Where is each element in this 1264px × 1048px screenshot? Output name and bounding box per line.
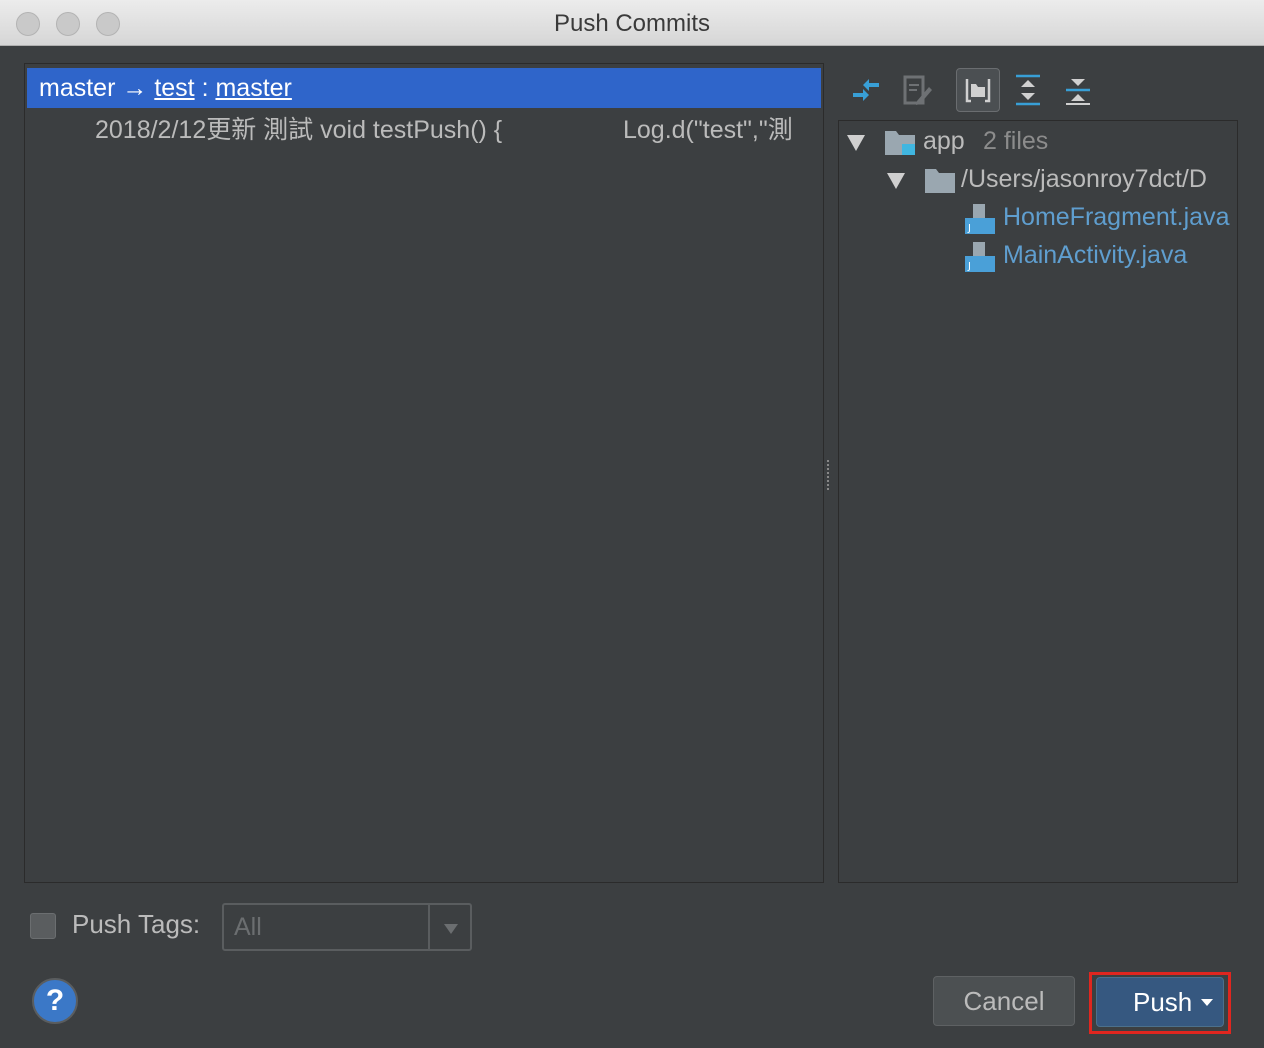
window-title: Push Commits	[553, 10, 711, 37]
push-tags-dropdown[interactable]: All	[222, 903, 472, 951]
chevron-down-icon[interactable]	[444, 924, 458, 934]
edit-source-icon[interactable]	[894, 68, 938, 112]
svg-text:J: J	[967, 223, 971, 234]
group-by-directory-icon[interactable]	[956, 68, 1000, 112]
module-folder-icon	[885, 131, 915, 155]
file-label: MainActivity.java	[1003, 241, 1188, 269]
panel-splitter[interactable]	[827, 460, 831, 490]
title-bar: Push Commits	[0, 0, 1264, 46]
push-tags-checkbox[interactable]	[30, 913, 56, 939]
expand-collapse-icon[interactable]	[844, 68, 888, 112]
java-file-icon: J	[965, 204, 995, 234]
tree-root-count: 2 files	[983, 127, 1049, 155]
branch-row[interactable]: master → test : master	[27, 68, 821, 108]
changed-files-tree: app 2 files /Users/jasonroy7dct/D J Home…	[838, 120, 1238, 883]
tree-file-row[interactable]: J MainActivity.java	[839, 237, 1235, 273]
push-button[interactable]: Push	[1096, 977, 1224, 1027]
branch-separator: :	[201, 74, 209, 102]
local-branch: master	[39, 74, 116, 102]
collapse-all-icon[interactable]	[1056, 68, 1100, 112]
push-button-label: Push	[1133, 987, 1193, 1017]
push-tags-label: Push Tags:	[72, 909, 201, 939]
remote-link[interactable]: test	[154, 74, 194, 102]
tree-root-label: app	[923, 127, 965, 155]
help-button[interactable]: ?	[32, 978, 78, 1024]
svg-text:J: J	[967, 261, 971, 272]
tree-expand-arrow-icon[interactable]	[847, 135, 865, 151]
commit-message: 2018/2/12更新 測試 void testPush() {	[95, 116, 503, 144]
expand-all-icon[interactable]	[1006, 68, 1050, 112]
commit-list-panel: master → test : master 2018/2/12更新 測試 vo…	[24, 63, 824, 883]
dropdown-caret-icon[interactable]	[1201, 999, 1213, 1006]
commit-row[interactable]: 2018/2/12更新 測試 void testPush() { Log.d("…	[95, 112, 821, 150]
tree-folder-row[interactable]: /Users/jasonroy7dct/D	[839, 161, 1235, 197]
folder-icon	[925, 169, 955, 193]
java-file-icon: J	[965, 242, 995, 272]
dropdown-divider	[428, 905, 430, 949]
push-tags-value: All	[234, 913, 262, 941]
tree-folder-label: /Users/jasonroy7dct/D	[961, 165, 1207, 193]
cancel-button[interactable]: Cancel	[933, 976, 1075, 1026]
file-label: HomeFragment.java	[1003, 203, 1230, 231]
arrow-icon: →	[122, 74, 148, 102]
tree-root-row[interactable]: app 2 files	[839, 123, 1235, 159]
changes-toolbar	[842, 66, 1242, 116]
tree-expand-arrow-icon[interactable]	[887, 173, 905, 189]
commit-message-continued: Log.d("test","測	[623, 116, 793, 144]
remote-branch-link[interactable]: master	[215, 74, 291, 102]
tree-file-row[interactable]: J HomeFragment.java	[839, 199, 1235, 235]
